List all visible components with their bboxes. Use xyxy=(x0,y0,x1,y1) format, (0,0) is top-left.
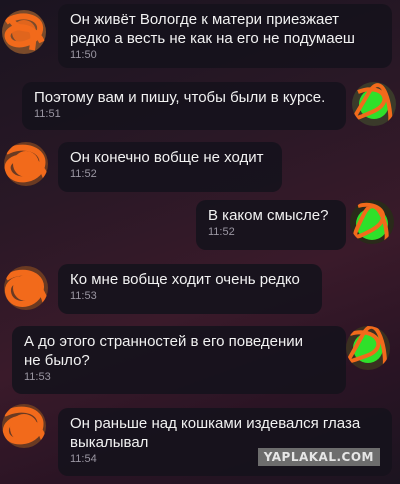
message-text: А до этого странностей в его поведении н… xyxy=(24,333,304,369)
contact-avatar[interactable] xyxy=(2,404,46,448)
message-text: В каком смысле? xyxy=(208,207,329,224)
message-bubble-outgoing[interactable]: Поэтому вам и пишу, чтобы были в курсе. … xyxy=(22,82,346,130)
user-avatar[interactable] xyxy=(352,82,396,126)
contact-avatar[interactable] xyxy=(4,142,48,186)
message-bubble-incoming[interactable]: Он конечно вобще не ходит 11:52 xyxy=(58,142,282,192)
watermark-logo: YAPLAKAL.COM xyxy=(257,448,380,466)
message-text: Поэтому вам и пишу, чтобы были в курсе. xyxy=(34,89,326,106)
message-bubble-outgoing[interactable]: А до этого странностей в его поведении н… xyxy=(12,326,346,394)
contact-avatar[interactable] xyxy=(4,266,48,310)
message-text: Он живёт Вологде к матери приезжает редк… xyxy=(70,11,355,47)
message-time: 11:52 xyxy=(208,226,235,238)
message-time: 11:51 xyxy=(34,108,61,120)
message-time: 11:53 xyxy=(70,290,97,302)
user-avatar[interactable] xyxy=(350,200,394,244)
contact-avatar[interactable] xyxy=(2,10,46,54)
message-time: 11:50 xyxy=(70,49,97,61)
message-time: 11:53 xyxy=(24,371,51,383)
message-bubble-incoming[interactable]: Ко мне вобще ходит очень редко 11:53 xyxy=(58,264,322,314)
message-text: Он раньше над кошками издевался глаза вы… xyxy=(70,415,361,451)
message-time: 11:52 xyxy=(70,168,97,180)
user-avatar[interactable] xyxy=(346,326,390,370)
message-bubble-incoming[interactable]: Он живёт Вологде к матери приезжает редк… xyxy=(58,4,392,68)
message-text: Он конечно вобще не ходит xyxy=(70,149,264,166)
message-text: Ко мне вобще ходит очень редко xyxy=(70,271,300,288)
message-bubble-outgoing[interactable]: В каком смысле? 11:52 xyxy=(196,200,346,250)
